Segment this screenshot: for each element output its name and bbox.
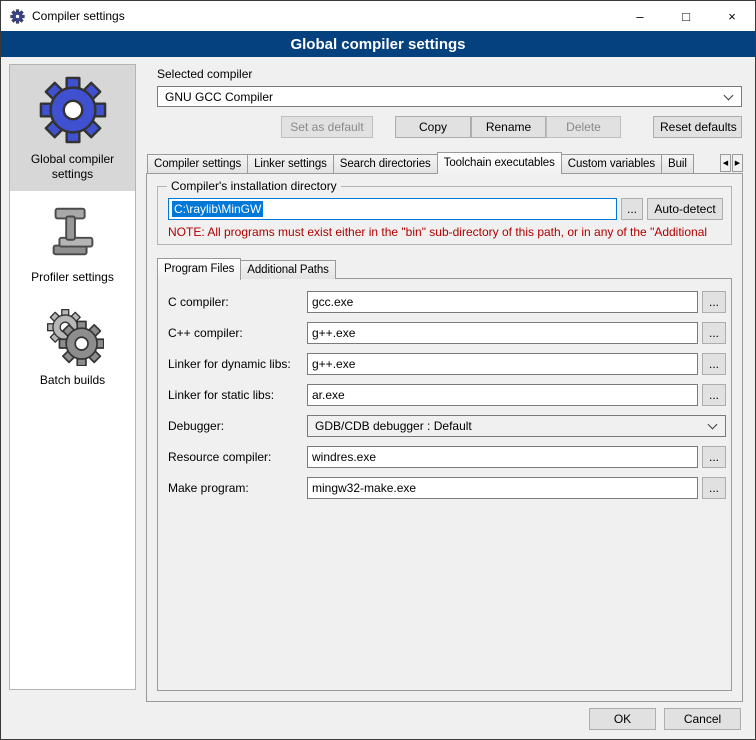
cpp-compiler-label: C++ compiler: [168, 326, 307, 340]
note-text: NOTE: All programs must exist either in … [168, 225, 723, 239]
debugger-value: GDB/CDB debugger : Default [315, 419, 703, 433]
cpp-compiler-browse-button[interactable]: ... [702, 322, 726, 344]
sidebar-item-batch-builds[interactable]: Batch builds [10, 294, 135, 397]
sidebar-item-label: Profiler settings [31, 270, 114, 285]
debugger-select[interactable]: GDB/CDB debugger : Default [307, 415, 726, 437]
tab-additional-paths[interactable]: Additional Paths [240, 260, 336, 279]
field-row: Debugger: GDB/CDB debugger : Default [168, 415, 726, 437]
selected-compiler-select[interactable]: GNU GCC Compiler [157, 86, 742, 107]
sidebar-item-global-compiler-settings[interactable]: Global compiler settings [10, 65, 135, 191]
delete-button[interactable]: Delete [546, 116, 621, 138]
field-row: C compiler: ... [168, 291, 726, 313]
profiler-icon [42, 201, 104, 263]
field-row: Linker for dynamic libs: ... [168, 353, 726, 375]
c-compiler-label: C compiler: [168, 295, 307, 309]
minimize-icon[interactable]: – [617, 1, 663, 31]
gear-icon [38, 75, 108, 145]
window-title: Compiler settings [32, 9, 125, 23]
compiler-settings-window: Compiler settings – □ × Global compiler … [0, 0, 756, 740]
field-row: Make program: ... [168, 477, 726, 499]
maximize-icon[interactable]: □ [663, 1, 709, 31]
tab-program-files[interactable]: Program Files [157, 258, 241, 280]
ok-button[interactable]: OK [589, 708, 656, 730]
static-linker-input[interactable] [307, 384, 698, 406]
tab-scroll-left-icon[interactable]: ◀ [720, 154, 731, 172]
titlebar: Compiler settings – □ × [1, 1, 755, 31]
tab-custom-variables[interactable]: Custom variables [561, 154, 662, 173]
set-as-default-button[interactable]: Set as default [281, 116, 373, 138]
dynamic-linker-label: Linker for dynamic libs: [168, 357, 307, 371]
tab-compiler-settings[interactable]: Compiler settings [147, 154, 248, 173]
make-program-label: Make program: [168, 481, 307, 495]
install-dir-group: Compiler's installation directory C:\ray… [157, 186, 732, 245]
app-icon [10, 9, 25, 24]
selected-compiler-value: GNU GCC Compiler [165, 90, 719, 104]
field-row: Resource compiler: ... [168, 446, 726, 468]
dynamic-linker-input[interactable] [307, 353, 698, 375]
resource-compiler-browse-button[interactable]: ... [702, 446, 726, 468]
auto-detect-button[interactable]: Auto-detect [647, 198, 723, 220]
debugger-label: Debugger: [168, 419, 307, 433]
c-compiler-browse-button[interactable]: ... [702, 291, 726, 313]
dialog-banner: Global compiler settings [1, 31, 755, 57]
window-controls: – □ × [617, 1, 755, 31]
chevron-down-icon [708, 420, 718, 430]
install-dir-input[interactable]: C:\raylib\MinGW [168, 198, 617, 220]
tab-toolchain-executables[interactable]: Toolchain executables [437, 152, 562, 174]
rename-button[interactable]: Rename [471, 116, 546, 138]
tab-search-directories[interactable]: Search directories [333, 154, 438, 173]
copy-button[interactable]: Copy [395, 116, 471, 138]
banner-title: Global compiler settings [290, 36, 465, 53]
selected-compiler-label: Selected compiler [157, 67, 743, 81]
tab-scroll-right-icon[interactable]: ▶ [732, 154, 743, 172]
tab-linker-settings[interactable]: Linker settings [247, 154, 334, 173]
static-linker-label: Linker for static libs: [168, 388, 307, 402]
install-dir-row: C:\raylib\MinGW ... Auto-detect [168, 198, 723, 220]
reset-defaults-button[interactable]: Reset defaults [653, 116, 742, 138]
make-program-browse-button[interactable]: ... [702, 477, 726, 499]
install-dir-browse-button[interactable]: ... [621, 198, 643, 220]
dynamic-linker-browse-button[interactable]: ... [702, 353, 726, 375]
settings-category-list: Global compiler settings Profiler settin… [9, 64, 136, 690]
toolchain-executables-panel: Compiler's installation directory C:\ray… [146, 173, 743, 702]
compiler-actions: Set as default Copy Rename Delete Reset … [146, 116, 743, 138]
cpp-compiler-input[interactable] [307, 322, 698, 344]
make-program-input[interactable] [307, 477, 698, 499]
static-linker-browse-button[interactable]: ... [702, 384, 726, 406]
batch-builds-icon [42, 304, 104, 366]
field-row: Linker for static libs: ... [168, 384, 726, 406]
resource-compiler-input[interactable] [307, 446, 698, 468]
main-content: Selected compiler GNU GCC Compiler Set a… [146, 64, 743, 702]
sidebar-item-label: Batch builds [40, 373, 105, 388]
c-compiler-input[interactable] [307, 291, 698, 313]
tab-build-options[interactable]: Buil [661, 154, 694, 173]
sidebar-item-label: Global compiler settings [13, 152, 132, 182]
settings-tabbar: Compiler settings Linker settings Search… [147, 151, 743, 173]
program-files-panel: C compiler: ... C++ compiler: ... Linker… [157, 278, 732, 691]
chevron-down-icon [724, 90, 734, 100]
install-dir-value: C:\raylib\MinGW [172, 201, 263, 217]
resource-compiler-label: Resource compiler: [168, 450, 307, 464]
install-dir-group-title: Compiler's installation directory [167, 179, 341, 193]
programs-subtabbar: Program Files Additional Paths [157, 258, 732, 279]
sidebar-item-profiler-settings[interactable]: Profiler settings [10, 191, 135, 294]
tab-scroll-buttons: ◀ ▶ [719, 154, 743, 172]
close-icon[interactable]: × [709, 1, 755, 31]
field-row: C++ compiler: ... [168, 322, 726, 344]
cancel-button[interactable]: Cancel [664, 708, 741, 730]
